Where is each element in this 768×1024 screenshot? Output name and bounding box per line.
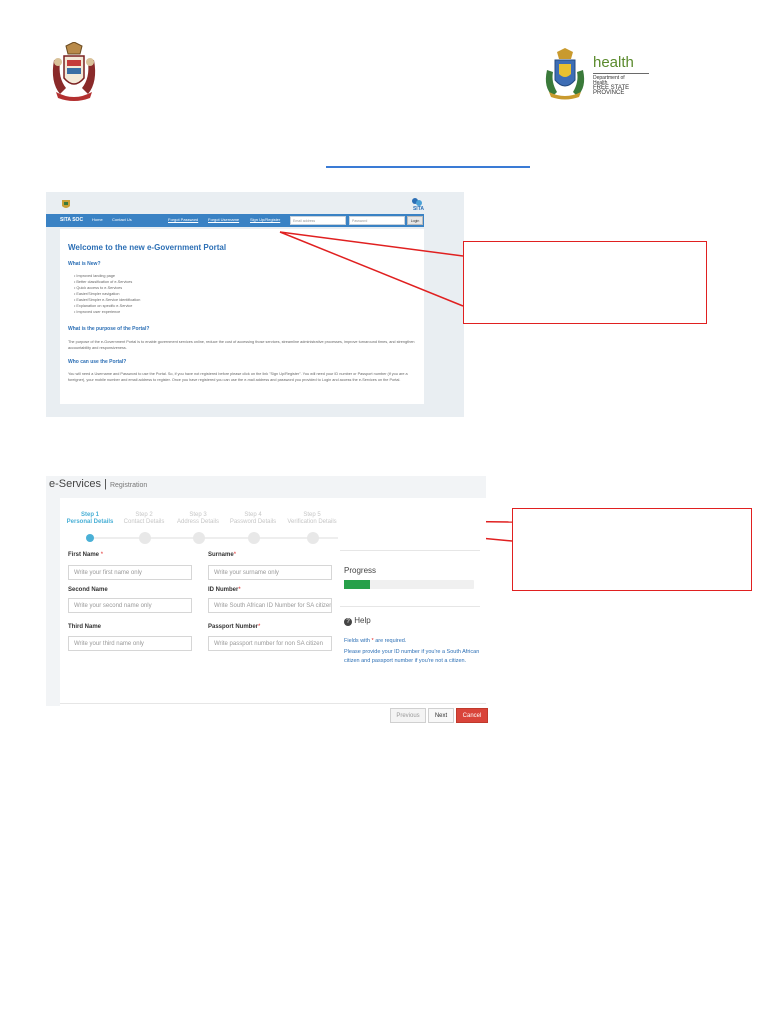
help-text: Please provide your ID number if you're … bbox=[344, 649, 480, 664]
first-name-input[interactable]: Write your first name only bbox=[68, 565, 192, 580]
progress-fill bbox=[344, 580, 370, 589]
divider bbox=[340, 606, 480, 607]
first-name-label: First Name * bbox=[68, 552, 104, 558]
third-name-label: Third Name bbox=[68, 624, 102, 630]
step-dot-1[interactable] bbox=[86, 534, 94, 542]
second-name-input[interactable]: Write your second name only bbox=[68, 598, 192, 613]
second-name-label: Second Name bbox=[68, 587, 108, 593]
divider bbox=[340, 550, 480, 551]
id-number-label: ID Number* bbox=[208, 587, 241, 593]
progress-bar bbox=[344, 580, 474, 589]
third-name-input[interactable]: Write your third name only bbox=[68, 636, 192, 651]
help-required-note: Fields with * are required. bbox=[344, 638, 407, 644]
step-1[interactable]: Step 1 Personal Details bbox=[60, 512, 120, 526]
eservices-screenshot: e-Services | Registration Step 1 Personal… bbox=[46, 476, 488, 723]
surname-input[interactable]: Write your surname only bbox=[208, 565, 332, 580]
surname-label: Surname* bbox=[208, 552, 237, 558]
previous-button[interactable]: Previous bbox=[390, 708, 426, 723]
step-dot-2[interactable] bbox=[139, 532, 151, 544]
step-5[interactable]: Step 5 Verification Details bbox=[282, 512, 342, 526]
registration-panel: Step 1 Personal Details Step 2 Contact Det… bbox=[60, 498, 488, 723]
divider bbox=[60, 703, 486, 704]
eservices-subtitle: Registration bbox=[109, 482, 148, 489]
question-circle-icon: ? bbox=[344, 618, 352, 626]
callout-line-1b bbox=[279, 231, 464, 307]
step-dot-3[interactable] bbox=[193, 532, 205, 544]
eservices-title: e-Services | Registration bbox=[49, 478, 148, 490]
next-button[interactable]: Next bbox=[428, 708, 454, 723]
callout-box-1 bbox=[463, 241, 707, 324]
cancel-button[interactable]: Cancel bbox=[456, 708, 488, 723]
progress-label: Progress bbox=[344, 566, 377, 575]
callout-box-2 bbox=[512, 508, 752, 591]
passport-label: Passport Number* bbox=[208, 624, 261, 630]
step-2[interactable]: Step 2 Contact Details bbox=[114, 512, 174, 526]
callout-line-1a bbox=[279, 231, 464, 257]
passport-input[interactable]: Write passport number for non SA citizen bbox=[208, 636, 332, 651]
id-number-input[interactable]: Write South African ID Number for SA cit… bbox=[208, 598, 332, 613]
help-title: ? Help bbox=[344, 616, 371, 626]
step-progress-line bbox=[88, 537, 338, 539]
step-dot-5[interactable] bbox=[307, 532, 319, 544]
step-4[interactable]: Step 4 Password Details bbox=[223, 512, 283, 526]
step-3[interactable]: Step 3 Address Details bbox=[168, 512, 228, 526]
step-dot-4[interactable] bbox=[248, 532, 260, 544]
